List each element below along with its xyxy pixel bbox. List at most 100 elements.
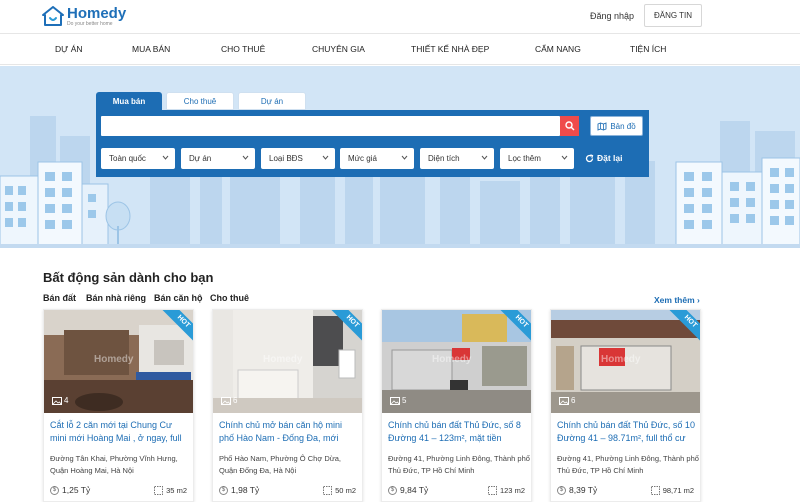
see-more-label: Xem thêm — [654, 295, 695, 305]
listing-card[interactable]: Homedy HOT 4 Cắt lỗ 2 căn mới tại Chung … — [43, 309, 194, 502]
search-panel: Bản đồ Toàn quốc Dự án Loại BĐS Mức giá … — [96, 110, 649, 177]
listing-price-value: 8,39 Tỷ — [569, 485, 598, 495]
image-icon — [221, 396, 231, 405]
login-link[interactable]: Đăng nhập — [590, 11, 634, 21]
filter-project[interactable]: Dự án — [181, 148, 255, 169]
image-count-value: 5 — [402, 396, 407, 405]
listing-address: Đường 41, Phường Linh Đông, Thành phố Th… — [557, 454, 699, 475]
listing-photo[interactable]: Homedy HOT 6 — [551, 310, 700, 413]
watermark: Homedy — [263, 354, 303, 365]
chevron-down-icon — [242, 155, 249, 160]
reset-label: Đặt lại — [597, 153, 623, 163]
area-icon — [487, 486, 497, 495]
area-icon — [154, 486, 164, 495]
refresh-icon — [585, 153, 594, 162]
logo[interactable]: Homedy Do your better home — [42, 6, 126, 30]
listing-photo[interactable]: Homedy HOT 4 — [44, 310, 193, 413]
image-count: 6 — [221, 396, 237, 405]
listing-photo[interactable]: Homedy HOT 5 — [382, 310, 531, 413]
image-count: 6 — [559, 396, 575, 405]
listing-title[interactable]: Chính chủ bán đất Thủ Đức, số 10 Đường 4… — [557, 419, 697, 445]
listing-title[interactable]: Chính chủ mở bán căn hộ mini phố Hào Nam… — [219, 419, 359, 445]
image-count-value: 6 — [571, 396, 576, 405]
listing-price: $ 9,84 Tỷ — [388, 485, 428, 495]
image-icon — [390, 396, 400, 405]
filter-price[interactable]: Mức giá — [340, 148, 414, 169]
filter-location[interactable]: Toàn quốc — [101, 148, 175, 169]
filter-location-label: Toàn quốc — [109, 154, 146, 163]
chevron-down-icon — [561, 155, 568, 160]
chevron-down-icon — [322, 155, 329, 160]
logo-tagline: Do your better home — [67, 21, 113, 27]
category-tab-ban-dat[interactable]: Bán đất — [43, 293, 76, 303]
listing-price-value: 1,98 Tỷ — [231, 485, 260, 495]
tab-du-an[interactable]: Dự án — [238, 92, 306, 110]
listing-title[interactable]: Chính chủ bán đất Thủ Đức, số 8 Đường 41… — [388, 419, 528, 445]
listing-card[interactable]: Homedy HOT 6 Chính chủ mở bán căn hộ min… — [212, 309, 363, 502]
price-icon: $ — [50, 485, 59, 495]
section-title: Bất động sản dành cho bạn — [43, 270, 214, 285]
category-tab-ban-nha-rieng[interactable]: Bán nhà riêng — [86, 293, 146, 303]
home-logo-icon — [42, 6, 64, 26]
listing-price: $ 8,39 Tỷ — [557, 485, 597, 495]
search-input[interactable] — [101, 116, 560, 136]
area-icon — [650, 486, 660, 495]
tab-mua-ban[interactable]: Mua bán — [96, 92, 162, 110]
post-listing-button[interactable]: ĐĂNG TIN — [644, 4, 702, 27]
listing-price-value: 1,25 Tỷ — [62, 485, 91, 495]
filter-project-label: Dự án — [189, 154, 212, 163]
listing-card[interactable]: Homedy HOT 5 Chính chủ bán đất Thủ Đức, … — [381, 309, 532, 502]
listing-area: 123 m2 — [487, 486, 525, 495]
listing-area: 35 m2 — [154, 486, 187, 495]
listing-address: Đường Tân Khai, Phường Vĩnh Hưng, Quận H… — [50, 454, 178, 475]
price-icon: $ — [219, 485, 228, 495]
price-icon: $ — [388, 485, 397, 495]
filter-price-label: Mức giá — [348, 154, 377, 163]
listing-title[interactable]: Cắt lỗ 2 căn mới tại Chung Cư mini mới H… — [50, 419, 190, 445]
image-count-value: 6 — [233, 396, 238, 405]
filter-area[interactable]: Diện tích — [420, 148, 494, 169]
nav-item-cho-thue[interactable]: CHO THUÊ — [221, 44, 265, 54]
nav-item-cam-nang[interactable]: CẨM NANG — [535, 44, 581, 54]
see-more-link[interactable]: Xem thêm › — [654, 295, 700, 305]
chevron-down-icon — [401, 155, 408, 160]
image-count: 5 — [390, 396, 406, 405]
category-tab-ban-can-ho[interactable]: Bán căn hộ — [154, 293, 203, 303]
listing-photo[interactable]: Homedy HOT 6 — [213, 310, 362, 413]
image-count: 4 — [52, 396, 68, 405]
nav-item-mua-ban[interactable]: MUA BÁN — [132, 44, 170, 54]
filter-more[interactable]: Lọc thêm — [500, 148, 574, 169]
listing-card[interactable]: Homedy HOT 6 Chính chủ bán đất Thủ Đức, … — [550, 309, 701, 502]
search-button[interactable] — [560, 116, 579, 136]
watermark: Homedy — [601, 354, 641, 365]
image-icon — [52, 396, 62, 405]
nav-item-chuyen-gia[interactable]: CHUYÊN GIA — [312, 44, 365, 54]
category-tab-cho-thue[interactable]: Cho thuê — [210, 293, 249, 303]
site-header: Homedy Do your better home Đăng nhập ĐĂN… — [0, 0, 800, 34]
listing-area-value: 35 m2 — [166, 486, 187, 495]
nav-item-tien-ich[interactable]: TIỆN ÍCH — [630, 44, 666, 54]
listing-area-value: 98,71 m2 — [662, 486, 694, 495]
listing-area-value: 50 m2 — [335, 486, 356, 495]
area-icon — [323, 486, 333, 495]
search-icon — [564, 121, 574, 131]
price-icon: $ — [557, 485, 566, 495]
image-count-value: 4 — [64, 396, 69, 405]
listing-address: Phố Hào Nam, Phường Ô Chợ Dừa, Quận Đống… — [219, 454, 342, 475]
listing-area: 50 m2 — [323, 486, 356, 495]
listing-price-value: 9,84 Tỷ — [400, 485, 429, 495]
filter-property-type[interactable]: Loại BĐS — [261, 148, 335, 169]
nav-item-du-an[interactable]: DỰ ÁN — [55, 44, 83, 54]
main-nav: DỰ ÁN MUA BÁN CHO THUÊ CHUYÊN GIA THIẾT … — [0, 35, 800, 65]
tab-cho-thue[interactable]: Cho thuê — [166, 92, 234, 110]
chevron-right-icon: › — [697, 295, 700, 305]
filter-area-label: Diện tích — [428, 154, 460, 163]
map-button[interactable]: Bản đồ — [590, 116, 643, 136]
chevron-down-icon — [162, 155, 169, 160]
listing-area: 98,71 m2 — [650, 486, 694, 495]
watermark: Homedy — [94, 354, 134, 365]
map-button-label: Bản đồ — [610, 121, 636, 131]
listing-price: $ 1,25 Tỷ — [50, 485, 90, 495]
nav-item-thiet-ke[interactable]: THIẾT KẾ NHÀ ĐẸP — [411, 44, 489, 54]
reset-button[interactable]: Đặt lại — [585, 153, 623, 163]
